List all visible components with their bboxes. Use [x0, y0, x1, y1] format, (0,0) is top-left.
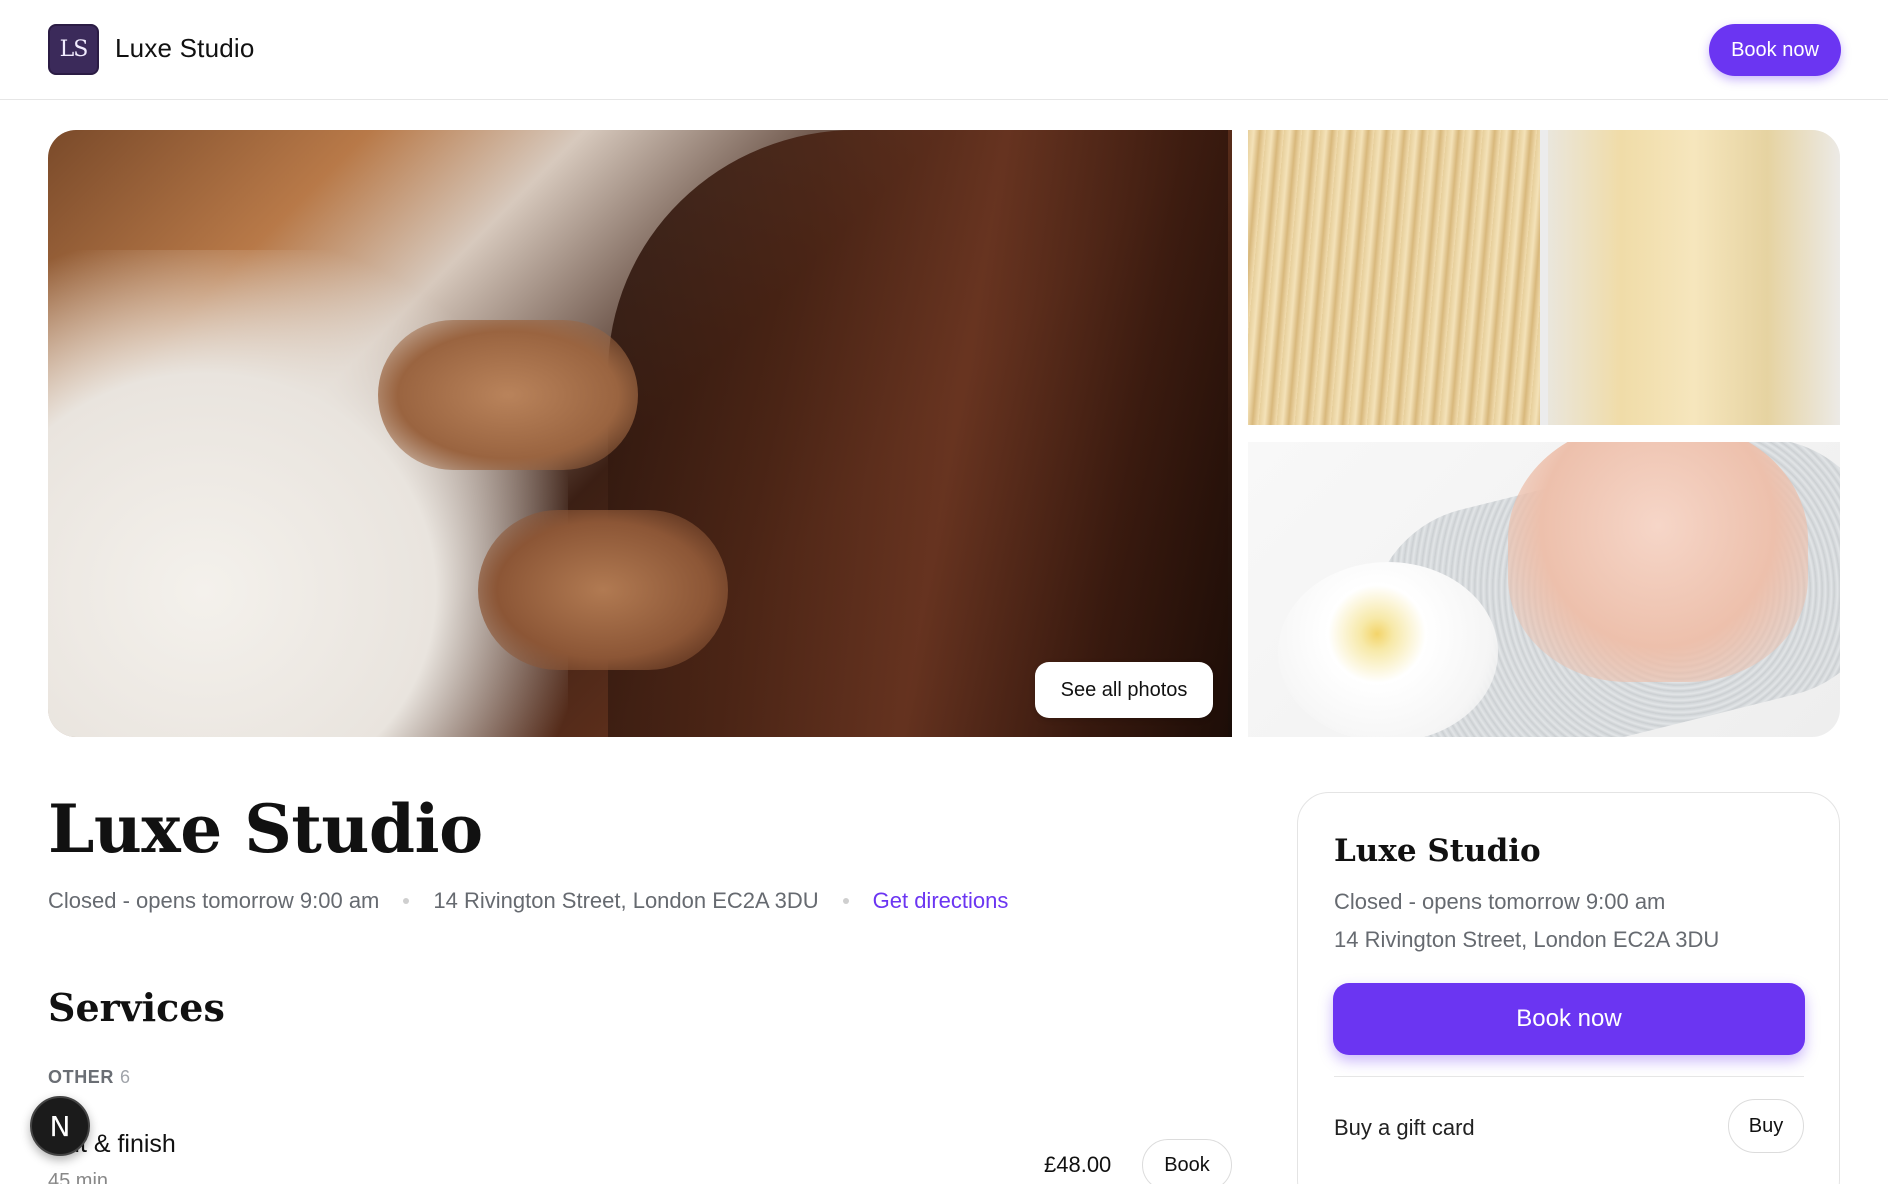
service-duration: 45 min: [48, 1170, 109, 1184]
category-name: OTHER: [48, 1067, 114, 1087]
gift-card-label: Buy a gift card: [1334, 1115, 1475, 1140]
photo-detail: [1248, 130, 1540, 425]
category-count: 6: [120, 1067, 131, 1087]
card-opening-status: Closed - opens tomorrow 9:00 am: [1334, 889, 1666, 914]
page-title: Luxe Studio: [48, 790, 483, 868]
hero-photo-detail: [478, 510, 728, 670]
divider: [1334, 1076, 1804, 1077]
get-directions-link[interactable]: Get directions: [873, 888, 1009, 914]
photo-detail: [1278, 562, 1498, 737]
separator-dot: [842, 898, 849, 904]
see-all-photos-button[interactable]: See all photos: [1035, 662, 1213, 718]
header-book-now-button[interactable]: Book now: [1709, 24, 1841, 76]
address-text: 14 Rivington Street, London EC2A 3DU: [433, 888, 819, 913]
buy-gift-card-button[interactable]: Buy: [1728, 1099, 1804, 1153]
hero-photo-hair-cutting[interactable]: [48, 130, 1232, 737]
brand-logo[interactable]: LS: [48, 24, 99, 75]
gallery-photo-blonde-hair[interactable]: [1248, 130, 1840, 425]
gallery-photo-manicure[interactable]: [1248, 442, 1840, 737]
service-price: £48.00: [1044, 1152, 1112, 1177]
photo-detail: [1548, 130, 1840, 425]
photo-detail: [1508, 442, 1808, 682]
brand-name[interactable]: Luxe Studio: [115, 33, 255, 64]
service-category[interactable]: OTHER 6: [48, 1067, 131, 1088]
card-title: Luxe Studio: [1334, 833, 1541, 869]
service-book-button[interactable]: Book: [1142, 1139, 1232, 1184]
hero-photo-detail: [378, 320, 638, 470]
n-badge-icon[interactable]: N: [30, 1096, 90, 1156]
card-address: 14 Rivington Street, London EC2A 3DU: [1334, 927, 1720, 952]
booking-card: Luxe Studio Closed - opens tomorrow 9:00…: [1297, 792, 1840, 1184]
opening-status: Closed - opens tomorrow 9:00 am: [48, 888, 380, 913]
top-header: LS Luxe Studio Book now: [0, 0, 1888, 100]
card-book-now-button[interactable]: Book now: [1333, 983, 1805, 1055]
business-meta: Closed - opens tomorrow 9:00 am 14 Rivin…: [48, 886, 1008, 916]
separator-dot: [403, 898, 410, 904]
services-heading: Services: [48, 985, 225, 1030]
